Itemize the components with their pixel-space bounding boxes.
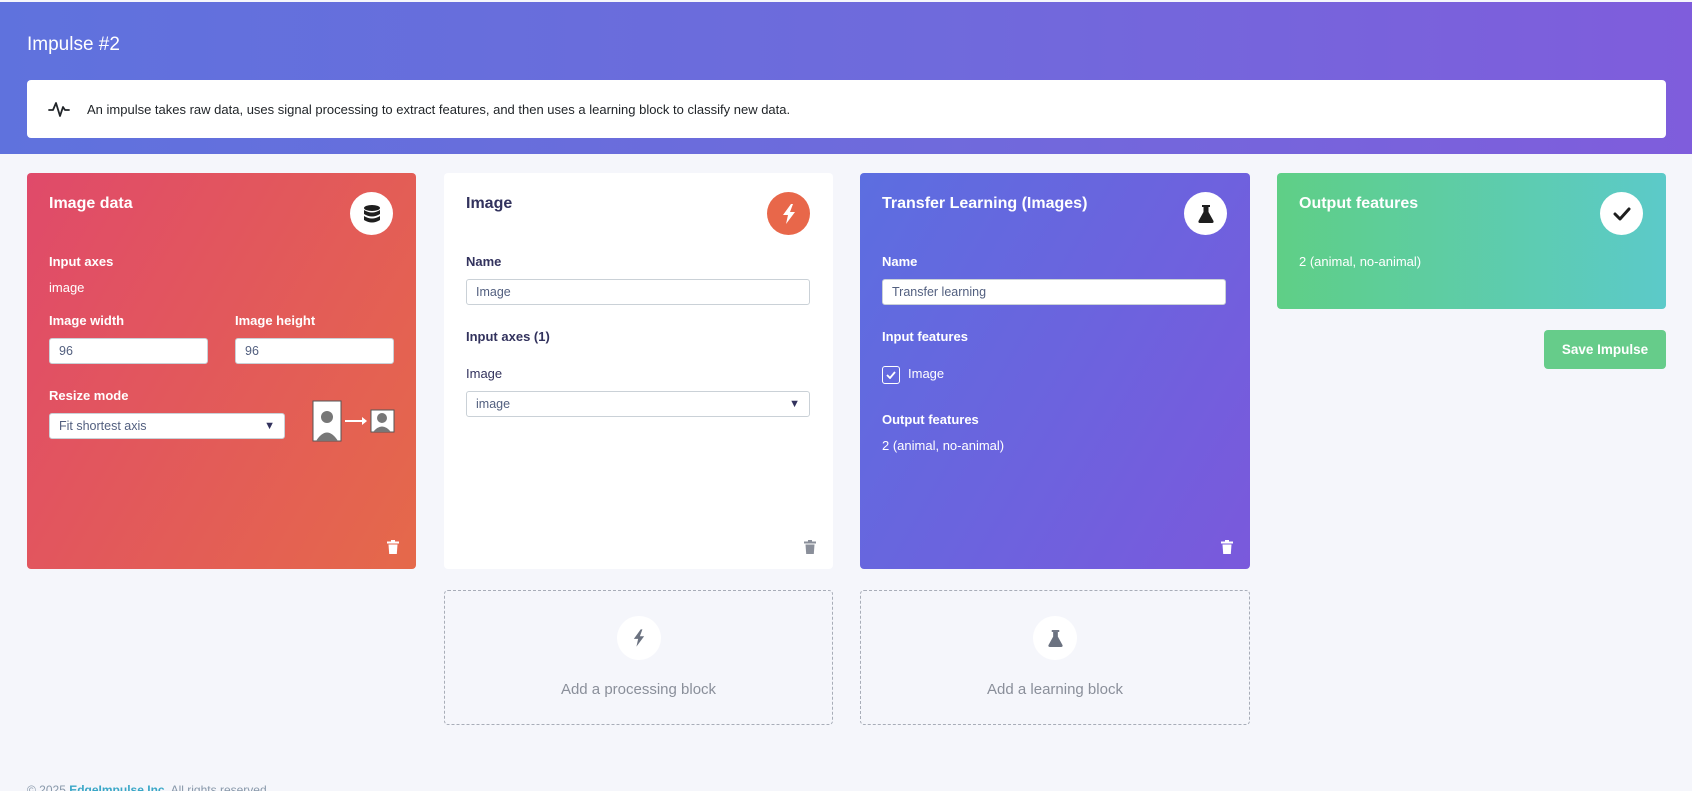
info-banner: An impulse takes raw data, uses signal p…	[27, 80, 1666, 138]
resize-preview-icon	[312, 400, 395, 442]
info-text: An impulse takes raw data, uses signal p…	[87, 101, 791, 117]
footer-copyright: © 2025	[27, 783, 66, 791]
input-features-label: Input features	[882, 329, 968, 344]
processing-block-card: Image Name Image Input axes (1) Image im…	[444, 173, 833, 569]
image-width-input[interactable]: 96	[49, 338, 208, 364]
footer-company-link[interactable]: EdgeImpulse Inc.	[69, 783, 168, 791]
flask-icon	[1184, 192, 1227, 235]
output-block-title: Output features	[1299, 195, 1419, 212]
chevron-down-icon: ▼	[789, 398, 800, 410]
processing-axis-value: image	[476, 397, 511, 411]
resize-mode-label: Resize mode	[49, 388, 129, 403]
add-processing-block-button[interactable]: Add a processing block	[444, 590, 833, 725]
processing-block-title: Image	[466, 195, 513, 212]
check-icon	[886, 371, 896, 379]
bolt-icon	[616, 616, 661, 660]
bolt-icon	[767, 192, 810, 235]
page-title: Impulse #2	[27, 34, 120, 55]
processing-name-input[interactable]: Image	[466, 279, 810, 305]
processing-axis-label: Image	[466, 366, 503, 381]
chevron-down-icon: ▼	[264, 420, 275, 432]
learning-name-label: Name	[882, 254, 918, 269]
learning-name-input[interactable]: Transfer learning	[882, 279, 1226, 305]
processing-input-axes-label: Input axes (1)	[466, 329, 550, 344]
footer: © 2025 EdgeImpulse Inc. All rights reser…	[27, 783, 267, 791]
footer-rights: All rights reserved	[170, 783, 267, 791]
processing-axis-select[interactable]: image ▼	[466, 391, 810, 417]
learning-block-title: Transfer Learning (Images)	[882, 195, 1088, 212]
input-axes-label: Input axes	[49, 254, 114, 269]
input-block-card: Image data Input axes image Image width …	[27, 173, 416, 569]
trash-icon[interactable]	[1221, 540, 1233, 554]
image-height-input[interactable]: 96	[235, 338, 394, 364]
flask-icon	[1033, 616, 1077, 660]
save-impulse-button[interactable]: Save Impulse	[1544, 330, 1666, 369]
image-width-label: Image width	[49, 313, 125, 328]
learning-output-features-label: Output features	[882, 412, 979, 427]
image-height-label: Image height	[235, 313, 316, 328]
trash-icon[interactable]	[804, 540, 816, 554]
resize-mode-select[interactable]: Fit shortest axis ▼	[49, 413, 285, 439]
resize-mode-value: Fit shortest axis	[59, 419, 147, 433]
learning-block-card: Transfer Learning (Images) Name Transfer…	[860, 173, 1250, 569]
output-features-value: 2 (animal, no-animal)	[1299, 254, 1422, 269]
page-header: Impulse #2 An impulse takes raw data, us…	[0, 2, 1692, 154]
add-learning-label: Add a learning block	[987, 681, 1123, 698]
input-feature-item: Image	[908, 366, 945, 381]
pulse-icon	[48, 102, 70, 117]
database-icon	[350, 192, 393, 235]
processing-name-label: Name	[466, 254, 502, 269]
trash-icon[interactable]	[387, 540, 399, 554]
add-processing-label: Add a processing block	[560, 681, 717, 698]
learning-output-features-value: 2 (animal, no-animal)	[882, 438, 1005, 453]
input-feature-checkbox[interactable]	[882, 366, 900, 384]
output-block-card: Output features 2 (animal, no-animal)	[1277, 173, 1666, 309]
check-icon	[1600, 192, 1643, 235]
input-block-title: Image data	[49, 195, 133, 212]
add-learning-block-button[interactable]: Add a learning block	[860, 590, 1250, 725]
input-axes-value: image	[49, 280, 85, 295]
